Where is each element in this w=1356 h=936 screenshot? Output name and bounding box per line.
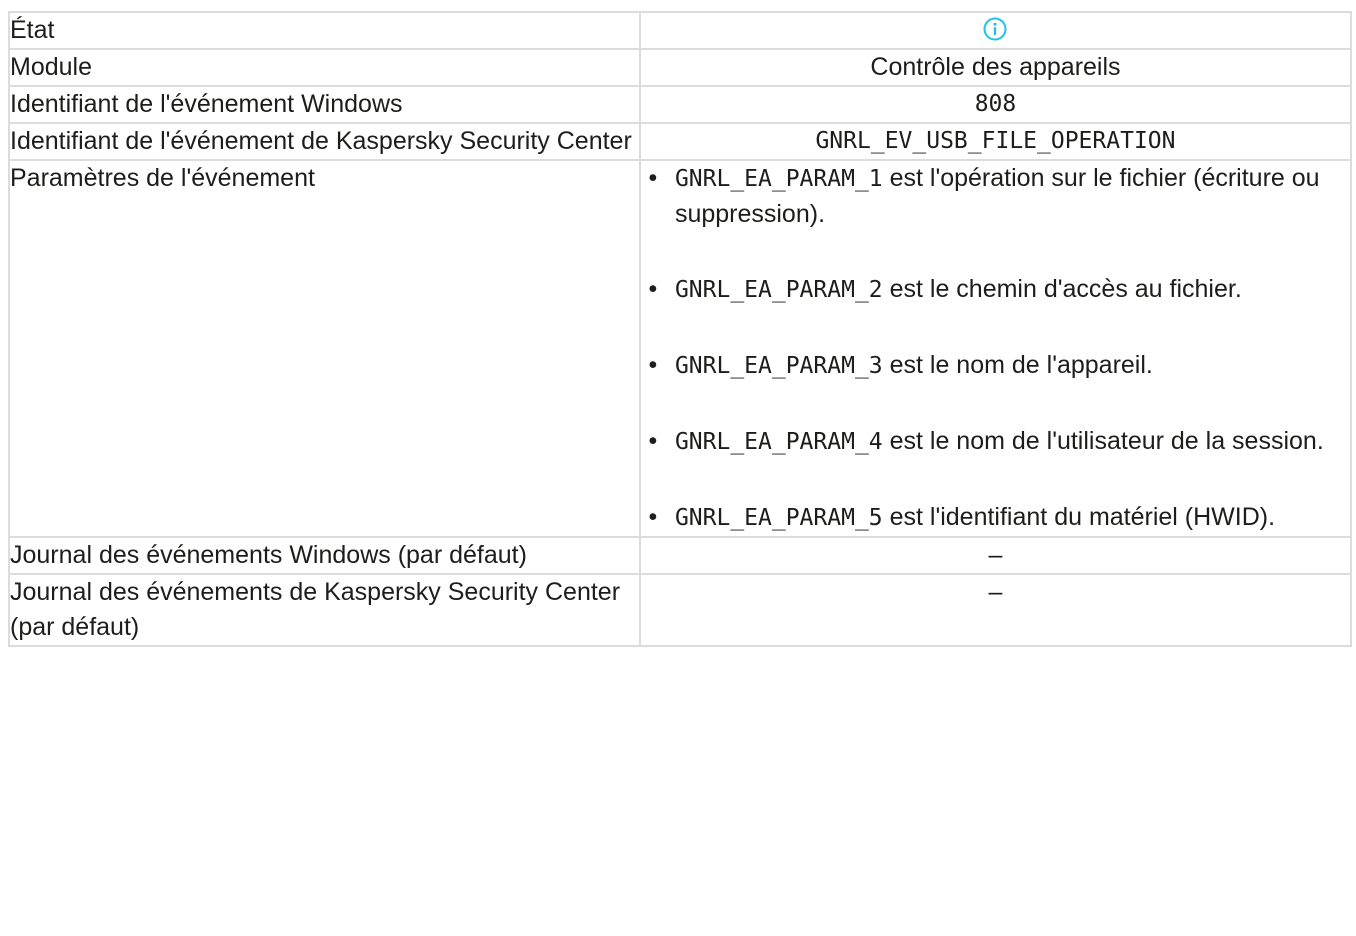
table-row-state: État — [8, 11, 1353, 50]
param-description: est le nom de l'appareil. — [882, 351, 1153, 379]
list-item: • GNRL_EA_PARAM_4 est le nom de l'utilisa… — [649, 424, 1350, 460]
bullet-icon: • — [648, 427, 658, 455]
event-params-value: • GNRL_EA_PARAM_1 est l'opération sur le … — [638, 159, 1353, 538]
table-row-event-params: Paramètres de l'événement • GNRL_EA_PARAM… — [8, 159, 1353, 538]
state-label: État — [8, 11, 641, 50]
table-row-ksc-log: Journal des événements de Kaspersky Secu… — [8, 573, 1353, 647]
windows-event-id-label: Identifiant de l'événement Windows — [8, 85, 641, 124]
windows-log-label: Journal des événements Windows (par défa… — [8, 536, 641, 575]
event-properties-table: État Module Contrôle des appareils Ident… — [8, 11, 1353, 647]
list-item: • GNRL_EA_PARAM_3 est le nom de l'apparei… — [649, 348, 1350, 384]
event-params-label: Paramètres de l'événement — [8, 159, 641, 538]
windows-log-value: – — [638, 536, 1353, 575]
bullet-icon: • — [648, 164, 658, 192]
bullet-icon: • — [648, 503, 658, 531]
ksc-event-id-value: GNRL_EV_USB_FILE_OPERATION — [638, 122, 1353, 161]
list-item: • GNRL_EA_PARAM_1 est l'opération sur le … — [649, 161, 1350, 232]
bullet-icon: • — [648, 275, 658, 303]
param-code: GNRL_EA_PARAM_4 — [674, 429, 883, 455]
table-row-module: Module Contrôle des appareils — [8, 48, 1353, 87]
param-description: est l'identifiant du matériel (HWID). — [882, 503, 1276, 531]
param-code: GNRL_EA_PARAM_1 — [674, 166, 883, 192]
param-code: GNRL_EA_PARAM_3 — [674, 353, 883, 379]
module-value: Contrôle des appareils — [638, 48, 1353, 87]
param-code: GNRL_EA_PARAM_2 — [674, 277, 883, 303]
list-item: • GNRL_EA_PARAM_5 est l'identifiant du ma… — [649, 500, 1350, 536]
event-params-list: • GNRL_EA_PARAM_1 est l'opération sur le … — [641, 161, 1350, 536]
list-item: • GNRL_EA_PARAM_2 est le chemin d'accès a… — [649, 272, 1350, 308]
ksc-log-value: – — [638, 573, 1353, 647]
table-row-ksc-event-id: Identifiant de l'événement de Kaspersky … — [8, 122, 1353, 161]
info-icon — [983, 17, 1007, 41]
ksc-log-label: Journal des événements de Kaspersky Secu… — [8, 573, 641, 647]
table-row-windows-log: Journal des événements Windows (par défa… — [8, 536, 1353, 575]
param-code: GNRL_EA_PARAM_5 — [674, 505, 883, 531]
bullet-icon: • — [648, 351, 658, 379]
windows-event-id-value: 808 — [638, 85, 1353, 124]
param-description: est le nom de l'utilisateur de la sessio… — [882, 427, 1324, 455]
table-row-windows-event-id: Identifiant de l'événement Windows 808 — [8, 85, 1353, 124]
ksc-event-id-label: Identifiant de l'événement de Kaspersky … — [8, 122, 641, 161]
state-value — [638, 11, 1353, 50]
module-label: Module — [8, 48, 641, 87]
param-description: est le chemin d'accès au fichier. — [882, 275, 1242, 303]
